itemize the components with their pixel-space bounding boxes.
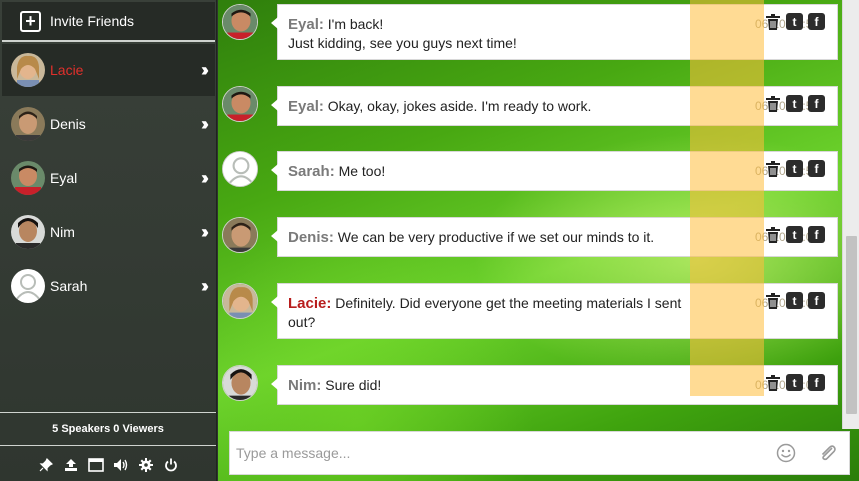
sidebar-user-sarah[interactable]: Sarah ››: [2, 260, 215, 312]
message-bubble: Lacie: Definitely. Did everyone get the …: [271, 283, 838, 339]
invite-friends-label: Invite Friends: [50, 13, 135, 29]
message-text-line2: out?: [288, 314, 316, 330]
trash-icon[interactable]: [764, 160, 781, 177]
message-text: Definitely. Did everyone get the meeting…: [335, 295, 682, 311]
nim-avatar: [222, 365, 258, 401]
user-name: Lacie: [50, 62, 84, 78]
facebook-icon[interactable]: f: [808, 160, 825, 177]
pin-icon[interactable]: [37, 456, 55, 474]
twitter-icon[interactable]: t: [786, 226, 803, 243]
scrollbar-thumb[interactable]: [846, 236, 857, 414]
chevron-right-icon[interactable]: ››: [201, 276, 209, 297]
message-sender: Lacie:: [288, 295, 332, 312]
message-text: I'm back!: [327, 16, 384, 32]
lacie-avatar: [11, 53, 45, 87]
message-bubble: Sarah: Me too! 06-10 18:59 t f: [271, 151, 838, 191]
trash-icon[interactable]: [764, 226, 781, 243]
twitter-icon[interactable]: t: [786, 292, 803, 309]
lacie-avatar: [222, 283, 258, 319]
message-actions: t f: [764, 226, 825, 243]
twitter-icon[interactable]: t: [786, 95, 803, 112]
chat-area: Eyal: I'm back! Just kidding, see you gu…: [218, 0, 859, 481]
eyal-avatar: [222, 86, 258, 122]
trash-icon[interactable]: [764, 292, 781, 309]
sidebar-toolbar: [0, 450, 216, 480]
window-icon[interactable]: [87, 456, 105, 474]
trash-icon[interactable]: [764, 13, 781, 30]
trash-icon[interactable]: [764, 95, 781, 112]
message-actions: t f: [764, 13, 825, 30]
facebook-icon[interactable]: f: [808, 13, 825, 30]
message-sender: Nim:: [288, 377, 322, 394]
sidebar-user-denis[interactable]: Denis ››: [2, 98, 215, 150]
twitter-icon[interactable]: t: [786, 374, 803, 391]
message-bubble: Denis: We can be very productive if we s…: [271, 217, 838, 257]
message-bubble: Eyal: Okay, okay, jokes aside. I'm ready…: [271, 86, 838, 126]
chevron-right-icon[interactable]: ››: [201, 222, 209, 243]
power-icon[interactable]: [162, 456, 180, 474]
message-actions: t f: [764, 160, 825, 177]
facebook-icon[interactable]: f: [808, 292, 825, 309]
message-sender: Eyal:: [288, 98, 324, 115]
message-actions: t f: [764, 292, 825, 309]
sidebar-user-eyal[interactable]: Eyal ››: [2, 152, 215, 204]
invite-friends-button[interactable]: + Invite Friends: [2, 2, 215, 42]
user-name: Sarah: [50, 278, 88, 294]
message-sender: Denis:: [288, 229, 334, 246]
default-avatar-icon: [11, 269, 45, 303]
plus-icon: +: [20, 10, 41, 32]
facebook-icon[interactable]: f: [808, 226, 825, 243]
chevron-right-icon[interactable]: ››: [201, 168, 209, 189]
message-text: Me too!: [338, 163, 386, 179]
message-sender: Sarah:: [288, 163, 335, 180]
chevron-right-icon[interactable]: ››: [201, 114, 209, 135]
gear-icon[interactable]: [137, 456, 155, 474]
message-bubble: Eyal: I'm back! Just kidding, see you gu…: [271, 4, 838, 60]
message-text: Okay, okay, jokes aside. I'm ready to wo…: [327, 98, 592, 114]
nim-avatar: [11, 215, 45, 249]
sidebar: + Invite Friends Lacie ›› Denis ›› Eyal …: [0, 0, 217, 481]
facebook-icon[interactable]: f: [808, 95, 825, 112]
emoji-icon[interactable]: [775, 442, 797, 464]
denis-avatar: [11, 107, 45, 141]
message-composer: [229, 431, 850, 475]
eyal-avatar: [222, 4, 258, 40]
trash-icon[interactable]: [764, 374, 781, 391]
speakers-viewers-count: 5 Speakers 0 Viewers: [0, 412, 216, 446]
default-avatar-icon: [222, 151, 258, 187]
user-name: Nim: [50, 224, 75, 240]
user-name: Eyal: [50, 170, 78, 186]
volume-icon[interactable]: [112, 456, 130, 474]
user-name: Denis: [50, 116, 86, 132]
message-bubble: Nim: Sure did! 06-10 19:02 t f: [271, 365, 838, 405]
eyal-avatar: [11, 161, 45, 195]
sidebar-user-nim[interactable]: Nim ››: [2, 206, 215, 258]
message-sender: Eyal:: [288, 16, 324, 33]
message-actions: t f: [764, 374, 825, 391]
paperclip-icon[interactable]: [817, 442, 839, 464]
sidebar-user-lacie[interactable]: Lacie ››: [2, 44, 215, 96]
message-actions: t f: [764, 95, 825, 112]
message-text: We can be very productive if we set our …: [337, 229, 655, 245]
facebook-icon[interactable]: f: [808, 374, 825, 391]
chat-scrollbar[interactable]: [842, 0, 859, 429]
message-text: Sure did!: [325, 377, 382, 393]
upload-icon[interactable]: [62, 456, 80, 474]
twitter-icon[interactable]: t: [786, 160, 803, 177]
chevron-right-icon[interactable]: ››: [201, 60, 209, 81]
denis-avatar: [222, 217, 258, 253]
twitter-icon[interactable]: t: [786, 13, 803, 30]
message-input[interactable]: [230, 433, 765, 473]
message-text-line2: Just kidding, see you guys next time!: [288, 35, 517, 51]
